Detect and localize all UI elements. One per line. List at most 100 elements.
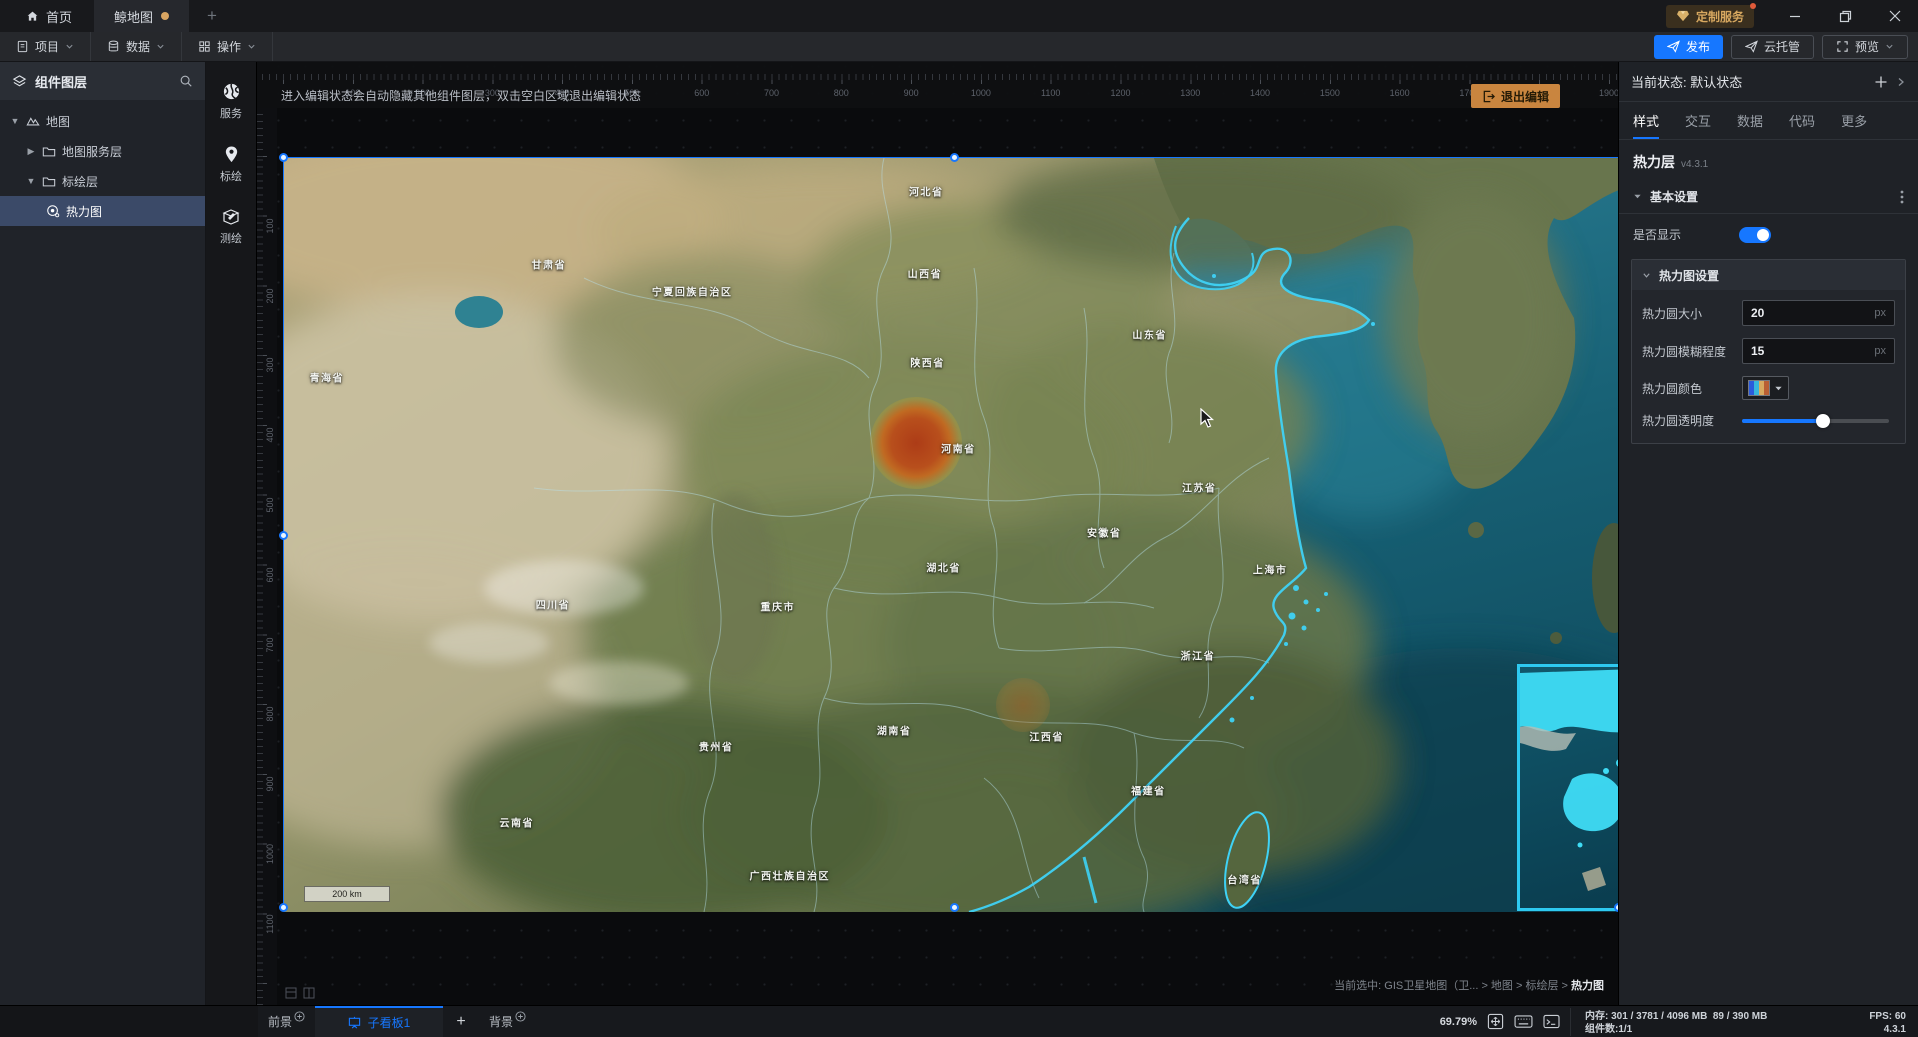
editor-canvas[interactable]: 100 200 300 400 500 600 700 800 900 1000 1100 100 2… [257, 62, 1618, 1005]
map-label: 河南省 [941, 444, 976, 456]
ruler-label: 1500 [1319, 88, 1340, 98]
resize-handle-top-center[interactable] [950, 153, 959, 162]
slider-fill [1742, 418, 1823, 423]
caret-down-icon[interactable]: ▼ [10, 116, 20, 126]
map-component[interactable]: 河北省 山西省 甘肃省 宁夏回族自治区 山东省 陕西省 青海省 河南省 江苏省 安徽省 湖北省 上海市… [279, 153, 1618, 912]
tool-plot[interactable]: 标绘 [220, 145, 242, 184]
properties-panel: 当前状态: 默认状态 样式 交互 数据 代码 更多 热力层 v4.3.1 基本设… [1618, 62, 1918, 1005]
fit-screen-button[interactable] [1487, 1013, 1504, 1030]
caret-right-icon[interactable]: ▶ [26, 146, 36, 157]
ruler-label: 1300 [1180, 88, 1201, 98]
background-label: 背景 [489, 1015, 514, 1029]
custom-service-badge[interactable]: 定制服务 [1665, 2, 1756, 28]
plus-icon: + [207, 6, 217, 25]
document-tab[interactable]: 鲸地图 [94, 0, 190, 32]
tool-service[interactable]: 服务 [220, 82, 242, 121]
chevron-down-icon [248, 44, 255, 49]
home-tab[interactable]: 首页 [0, 0, 94, 32]
show-toggle[interactable] [1739, 226, 1771, 243]
exit-icon [1483, 90, 1495, 102]
tree-item-plot-layer[interactable]: ▼ 标绘层 [0, 166, 205, 196]
foreground-button[interactable]: 前景 [258, 1006, 315, 1037]
gradient-swatch [1748, 380, 1770, 396]
tool-survey[interactable]: 测绘 [220, 208, 242, 246]
new-tab-button[interactable]: + [189, 0, 235, 32]
cloud-host-button[interactable]: 云托管 [1730, 34, 1814, 59]
heatmap-icon [47, 205, 60, 218]
chevron-right-icon[interactable] [1896, 77, 1906, 87]
chevron-down-icon [66, 44, 73, 49]
plus-circle-icon[interactable] [515, 1011, 526, 1022]
layout-thumb-icon[interactable] [303, 987, 315, 999]
slider-knob[interactable] [1815, 413, 1830, 428]
chevron-down-icon[interactable] [1642, 271, 1651, 280]
bottom-bar: 前景 子看板1 + 背景 69.79% 内存: 301 / 3781 / 409… [0, 1005, 1918, 1037]
tree-item-map[interactable]: ▼ 地图 [0, 106, 205, 136]
heatmap-settings-title: 热力图设置 [1659, 268, 1720, 283]
exit-edit-button[interactable]: 退出编辑 [1470, 84, 1560, 108]
heat-blur-input[interactable]: 15 px [1742, 338, 1895, 364]
menu-actions[interactable]: 操作 [182, 32, 274, 61]
close-button[interactable] [1872, 0, 1918, 32]
basic-settings-title: 基本设置 [1650, 190, 1699, 204]
caret-down-icon [1775, 386, 1782, 390]
map-label: 宁夏回族自治区 [651, 287, 733, 299]
exit-edit-label: 退出编辑 [1500, 89, 1549, 104]
heat-color-picker[interactable] [1742, 376, 1789, 400]
state-value: 默认状态 [1690, 75, 1743, 90]
resize-handle-top-left[interactable] [279, 153, 288, 162]
tab-code[interactable]: 代码 [1789, 102, 1815, 139]
map-scale-bar: 200 km [304, 886, 390, 902]
tab-data[interactable]: 数据 [1737, 102, 1763, 139]
board-tab-active[interactable]: 子看板1 [315, 1006, 444, 1037]
caret-down-icon[interactable] [1633, 192, 1642, 201]
search-icon[interactable] [179, 74, 193, 88]
maximize-button[interactable] [1822, 0, 1868, 32]
add-state-icon[interactable] [1874, 75, 1888, 89]
kebab-menu-icon[interactable] [1900, 190, 1904, 204]
publish-button[interactable]: 发布 [1653, 34, 1723, 59]
menu-project[interactable]: 项目 [0, 32, 92, 61]
map-label: 河北省 [908, 187, 944, 199]
resize-handle-bottom-right[interactable] [1614, 903, 1618, 912]
tab-more[interactable]: 更多 [1841, 102, 1867, 139]
board-icon [348, 1016, 360, 1029]
layout-thumb-icon[interactable] [285, 987, 297, 999]
shortcut-keys-button[interactable] [1514, 1014, 1533, 1029]
heat-color-label: 热力圆颜色 [1642, 381, 1703, 396]
fps-label: FPS: [1869, 1010, 1893, 1022]
resize-handle-left-middle[interactable] [279, 531, 288, 540]
ruler-label: 700 [265, 637, 275, 653]
caret-down-icon[interactable]: ▼ [26, 176, 36, 186]
preview-button[interactable]: 预览 [1821, 34, 1908, 59]
tree-item-map-service-layer[interactable]: ▶ 地图服务层 [0, 136, 205, 166]
ruler-label: 1600 [1389, 88, 1410, 98]
heat-size-input[interactable]: 20 px [1742, 300, 1895, 326]
memory-label: 内存: [1585, 1010, 1609, 1022]
console-button[interactable] [1543, 1014, 1560, 1029]
layers-panel: 组件图层 ▼ 地图 ▶ 地图服务层 ▼ 标绘层 热力图 [0, 62, 206, 1005]
property-tabs: 样式 交互 数据 代码 更多 [1619, 102, 1918, 140]
tab-interaction[interactable]: 交互 [1685, 102, 1711, 139]
tree-item-heatmap-selected[interactable]: 热力图 [0, 196, 205, 226]
minimize-icon [1790, 15, 1800, 18]
menu-data[interactable]: 数据 [91, 32, 183, 61]
minimize-button[interactable] [1772, 0, 1818, 32]
tree-item-label: 地图 [46, 114, 71, 129]
resize-handle-bottom-center[interactable] [950, 903, 959, 912]
plus-circle-icon[interactable] [294, 1011, 305, 1022]
menubar: 项目 数据 操作 发布 云托管 预览 [0, 32, 1918, 62]
fps-value: 60 [1894, 1010, 1906, 1022]
add-board-button[interactable]: + [443, 1006, 479, 1037]
background-button[interactable]: 背景 [479, 1006, 536, 1037]
map-label: 广西壮族自治区 [749, 871, 830, 883]
fit-screen-icon [1487, 1013, 1504, 1030]
ruler-label: 600 [265, 567, 275, 583]
satellite-map [284, 158, 1618, 912]
resize-handle-bottom-left[interactable] [279, 903, 288, 912]
tool-plot-label: 标绘 [220, 171, 242, 183]
tab-style[interactable]: 样式 [1633, 102, 1660, 139]
map-label: 浙江省 [1180, 651, 1216, 663]
heat-opacity-slider[interactable] [1742, 413, 1889, 428]
zoom-level[interactable]: 69.79% [1440, 1016, 1477, 1028]
